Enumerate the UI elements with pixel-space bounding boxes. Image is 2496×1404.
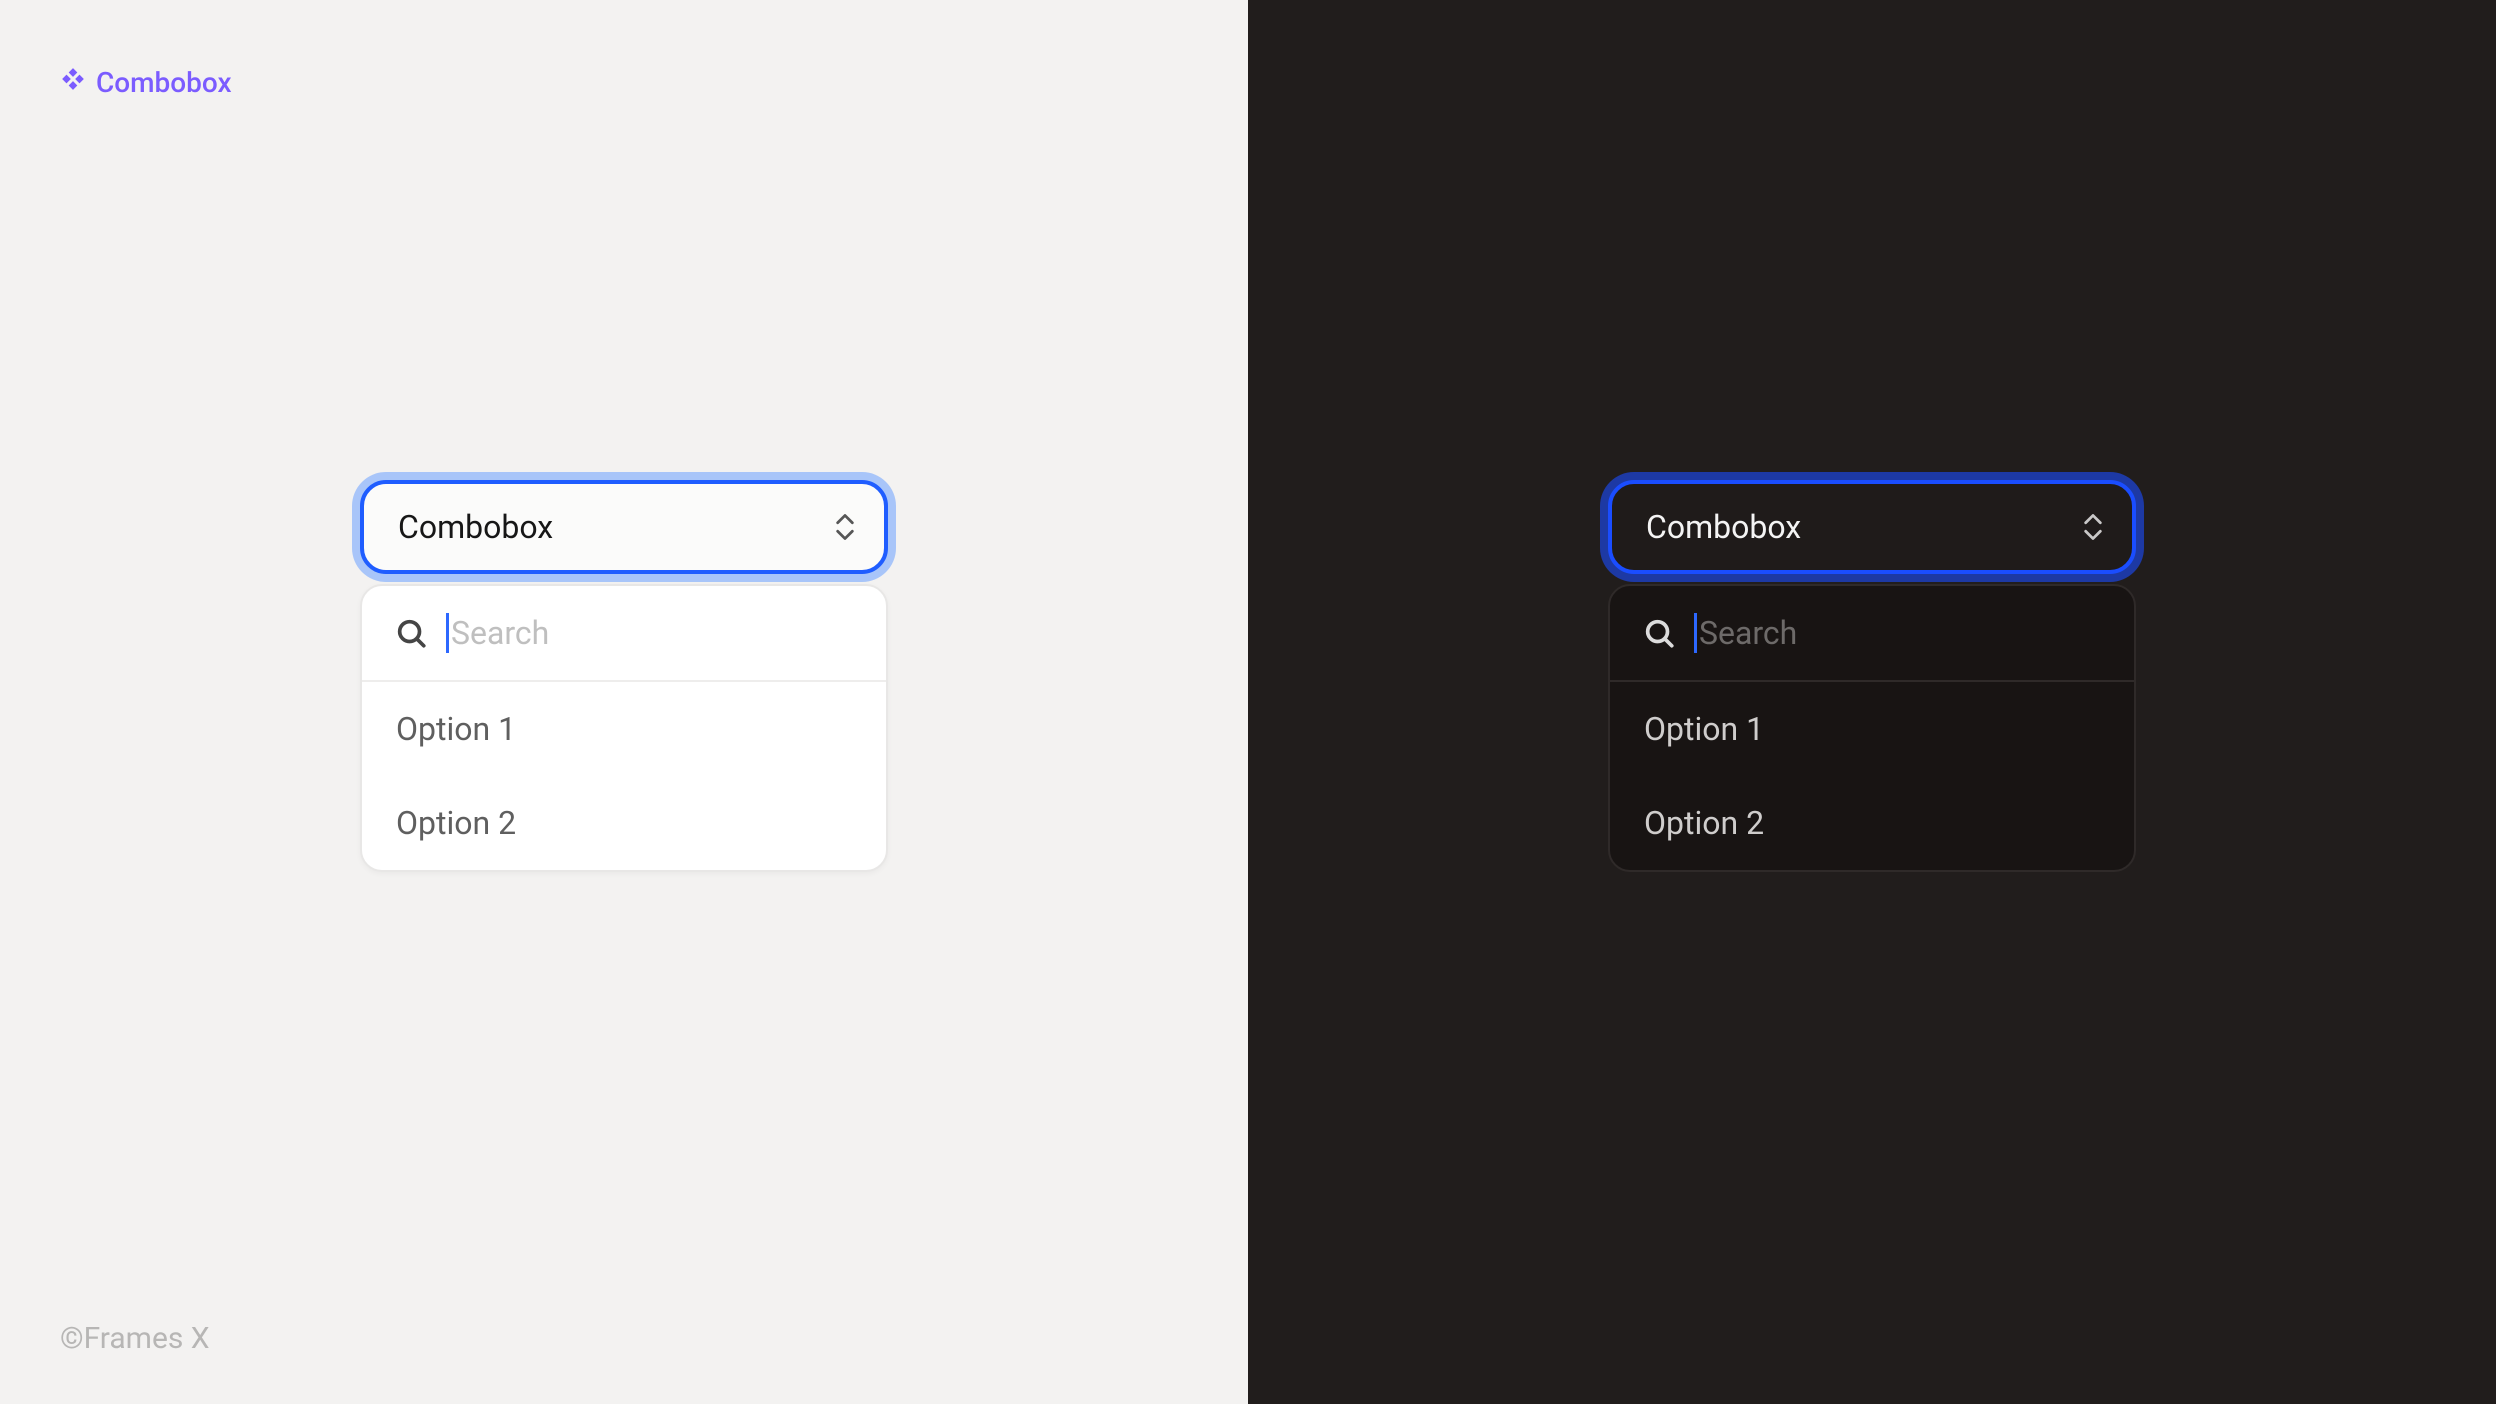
option-label: Option 1 — [396, 710, 516, 748]
search-input[interactable]: Search — [1694, 586, 1797, 680]
combobox-dropdown: Search Option 1 Option 2 — [360, 584, 888, 872]
search-placeholder: Search — [451, 614, 549, 652]
option-label: Option 2 — [1644, 804, 1764, 842]
combobox-light: Combobox Search Option 1 Option 2 — [360, 480, 888, 872]
combobox-option[interactable]: Option 2 — [362, 776, 886, 870]
option-label: Option 1 — [1644, 710, 1764, 748]
text-cursor — [446, 613, 449, 653]
component-tag-label: Combobox — [96, 66, 232, 99]
combobox-dropdown: Search Option 1 Option 2 — [1608, 584, 2136, 872]
light-panel: Combobox Combobox Search Option 1 — [0, 0, 1248, 1404]
combobox-dark: Combobox Search Option 1 Option 2 — [1608, 480, 2136, 872]
search-icon — [1642, 616, 1676, 650]
search-icon — [394, 616, 428, 650]
combobox-trigger-label: Combobox — [1646, 508, 1801, 546]
search-input[interactable]: Search — [446, 586, 549, 680]
combobox-search-row[interactable]: Search — [362, 586, 886, 682]
combobox-trigger[interactable]: Combobox — [1608, 480, 2136, 574]
combobox-option[interactable]: Option 1 — [1610, 682, 2134, 776]
search-placeholder: Search — [1699, 614, 1797, 652]
text-cursor — [1694, 613, 1697, 653]
option-label: Option 2 — [396, 804, 516, 842]
combobox-trigger[interactable]: Combobox — [360, 480, 888, 574]
combobox-search-row[interactable]: Search — [1610, 586, 2134, 682]
combobox-trigger-label: Combobox — [398, 508, 553, 546]
credit-label: ©Frames X — [60, 1321, 210, 1356]
chevron-up-down-icon — [2082, 513, 2104, 541]
chevron-up-down-icon — [834, 513, 856, 541]
combobox-option[interactable]: Option 2 — [1610, 776, 2134, 870]
dark-panel: Combobox Search Option 1 Option 2 — [1248, 0, 2496, 1404]
component-tag: Combobox — [60, 66, 232, 99]
combobox-option[interactable]: Option 1 — [362, 682, 886, 776]
component-icon — [60, 66, 86, 99]
